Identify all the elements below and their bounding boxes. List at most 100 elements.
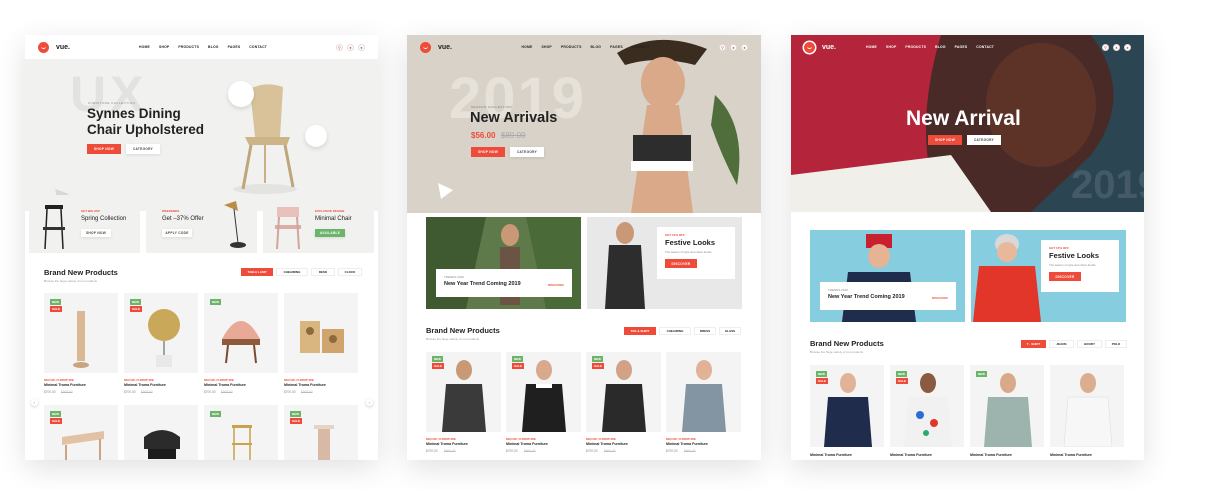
hero-thumb-1[interactable] — [228, 81, 254, 107]
brand-name[interactable]: vue. — [56, 44, 70, 51]
product-card[interactable]: NEW SALE — [44, 405, 118, 460]
menu-item-pages[interactable]: PAGES — [610, 45, 623, 49]
shop-now-button[interactable]: SHOP NOW — [471, 147, 505, 157]
promo-button[interactable]: APPLY CODE — [162, 229, 192, 237]
menu-item-products[interactable]: PRODUCTS — [178, 45, 199, 49]
carousel-prev-arrow-icon[interactable]: ‹ — [31, 399, 38, 406]
product-name[interactable]: Minimal Troma Furniture — [506, 442, 548, 446]
hero-banner: UX FURNITURE COLLECTION Synnes Dining Ch… — [25, 59, 378, 211]
menu-item-home[interactable]: HOME — [522, 45, 533, 49]
product-name[interactable]: Minimal Troma Furniture — [666, 442, 708, 446]
product-card[interactable]: NEW SALE — [284, 405, 358, 460]
filter-tab[interactable]: POLO — [1105, 340, 1127, 348]
product-card[interactable]: NEW SALE — [44, 293, 118, 373]
festive-banner[interactable]: GET 15% OFF Festive Looks The season of … — [587, 217, 742, 309]
trend-banner[interactable]: TRENDS 2019 New Year Trend Coming 2019 D… — [426, 217, 581, 309]
product-block-image — [300, 321, 344, 353]
filter-tab[interactable]: CHEAIRING — [659, 327, 691, 335]
logo-icon[interactable] — [804, 41, 815, 53]
filter-tab-active[interactable]: TABLE LAMP — [241, 268, 273, 276]
product-name[interactable]: Minimal Troma Furniture — [44, 383, 86, 387]
discover-link[interactable]: DISCOVER — [548, 283, 564, 287]
filter-tab[interactable]: DRESS — [694, 327, 716, 335]
filter-tab[interactable]: CHEAIRING — [276, 268, 308, 276]
product-card[interactable]: NEW SALE — [506, 352, 581, 432]
filter-tab[interactable]: HOODY — [1077, 340, 1102, 348]
product-name[interactable]: Minimal Troma Furniture — [970, 453, 1012, 457]
trend-banner[interactable]: TRENDS 2019 New Year Trend Coming 2019 D… — [810, 230, 965, 322]
product-name[interactable]: Minimal Troma Furniture — [810, 453, 852, 457]
menu-item-shop[interactable]: SHOP — [159, 45, 169, 49]
filter-tab[interactable]: JEANS — [1049, 340, 1074, 348]
menu-item-contact[interactable]: CONTACT — [249, 45, 267, 49]
menu-item-products[interactable]: PRODUCTS — [561, 45, 582, 49]
search-icon[interactable]: ⚲ — [719, 43, 726, 51]
product-name[interactable]: Minimal Troma Furniture — [124, 383, 166, 387]
menu-item-blog[interactable]: BLOG — [935, 45, 946, 49]
cart-icon[interactable]: ● — [1124, 43, 1131, 51]
menu-item-products[interactable]: PRODUCTS — [905, 45, 926, 49]
hero-thumb-2[interactable] — [305, 125, 327, 147]
menu-item-contact[interactable]: CONTACT — [632, 45, 650, 49]
product-name[interactable]: Minimal Troma Furniture — [890, 453, 932, 457]
product-card[interactable]: NEW SALE — [890, 365, 964, 447]
promo-card[interactable]: WEEKENDS Get –37% Offer APPLY CODE — [146, 195, 257, 253]
product-name[interactable]: Minimal Troma Furniture — [426, 442, 468, 446]
discover-button[interactable]: DISCOVER — [665, 259, 697, 268]
product-card[interactable] — [666, 352, 741, 432]
promo-button[interactable]: AVAILABLE — [315, 229, 345, 237]
product-name[interactable]: Minimal Troma Furniture — [204, 383, 246, 387]
category-button[interactable]: CATEGORY — [126, 144, 160, 154]
brand-name[interactable]: vue. — [822, 44, 836, 51]
filter-tab[interactable]: GLASS — [719, 327, 741, 335]
promo-card[interactable]: GET BIG OFF Spring Collection SHOP NOW — [29, 195, 140, 253]
shop-now-button[interactable]: SHOP NOW — [928, 135, 962, 145]
discover-button[interactable]: DISCOVER — [1049, 272, 1081, 281]
menu-item-home[interactable]: HOME — [139, 45, 150, 49]
shop-now-button[interactable]: SHOP NOW — [87, 144, 121, 154]
filter-tab[interactable]: DESK — [311, 268, 335, 276]
cart-icon[interactable]: ● — [741, 43, 748, 51]
product-name[interactable]: Minimal Troma Furniture — [586, 442, 628, 446]
product-card[interactable] — [1050, 365, 1124, 447]
menu-item-pages[interactable]: PAGES — [955, 45, 968, 49]
search-icon[interactable]: ⚲ — [1102, 43, 1109, 51]
product-card[interactable]: NEW SALE — [426, 352, 501, 432]
discover-link[interactable]: DISCOVER — [932, 296, 948, 300]
promo-button[interactable]: SHOP NOW — [81, 229, 111, 237]
product-card[interactable]: NEW — [204, 405, 278, 460]
search-icon[interactable]: ⚲ — [336, 43, 343, 51]
product-card[interactable]: NEW SALE — [586, 352, 661, 432]
product-card[interactable] — [124, 405, 198, 460]
cart-icon[interactable]: ● — [358, 43, 365, 51]
brand-name[interactable]: vue. — [438, 44, 452, 51]
category-button[interactable]: CATEGORY — [967, 135, 1001, 145]
logo-icon[interactable] — [38, 41, 49, 53]
menu-item-shop[interactable]: SHOP — [541, 45, 551, 49]
menu-item-pages[interactable]: PAGES — [228, 45, 241, 49]
logo-icon[interactable] — [420, 41, 431, 53]
menu-item-blog[interactable]: BLOG — [591, 45, 602, 49]
product-card[interactable]: NEW SALE — [124, 293, 198, 373]
filter-tab-active[interactable]: T - SHIRT — [1021, 340, 1046, 348]
menu-item-shop[interactable]: SHOP — [886, 45, 896, 49]
category-button[interactable]: CATEGORY — [510, 147, 544, 157]
promo-card[interactable]: EXCLUSIVE DESIGN Minimal Chair AVAILABLE — [263, 195, 374, 253]
menu-item-contact[interactable]: CONTACT — [976, 45, 994, 49]
user-icon[interactable]: ● — [1113, 43, 1120, 51]
menu-item-home[interactable]: HOME — [866, 45, 877, 49]
hero-banner: 2019 SEASON COLLECTION New Arrivals $56.… — [407, 35, 761, 213]
product-card[interactable]: NEW SALE — [810, 365, 884, 447]
product-card[interactable]: NEW — [970, 365, 1044, 447]
product-card[interactable] — [284, 293, 358, 373]
filter-tab[interactable]: CLOCK — [338, 268, 362, 276]
product-name[interactable]: Minimal Troma Furniture — [1050, 453, 1092, 457]
user-icon[interactable]: ● — [730, 43, 737, 51]
festive-banner[interactable]: GET 15% OFF Festive Looks The season of … — [971, 230, 1126, 322]
user-icon[interactable]: ● — [347, 43, 354, 51]
product-card[interactable]: NEW — [204, 293, 278, 373]
product-name[interactable]: Minimal Troma Furniture — [284, 383, 326, 387]
menu-item-blog[interactable]: BLOG — [208, 45, 219, 49]
carousel-next-arrow-icon[interactable]: › — [366, 399, 373, 406]
filter-tab-active[interactable]: TEE & SHIRT — [624, 327, 656, 335]
